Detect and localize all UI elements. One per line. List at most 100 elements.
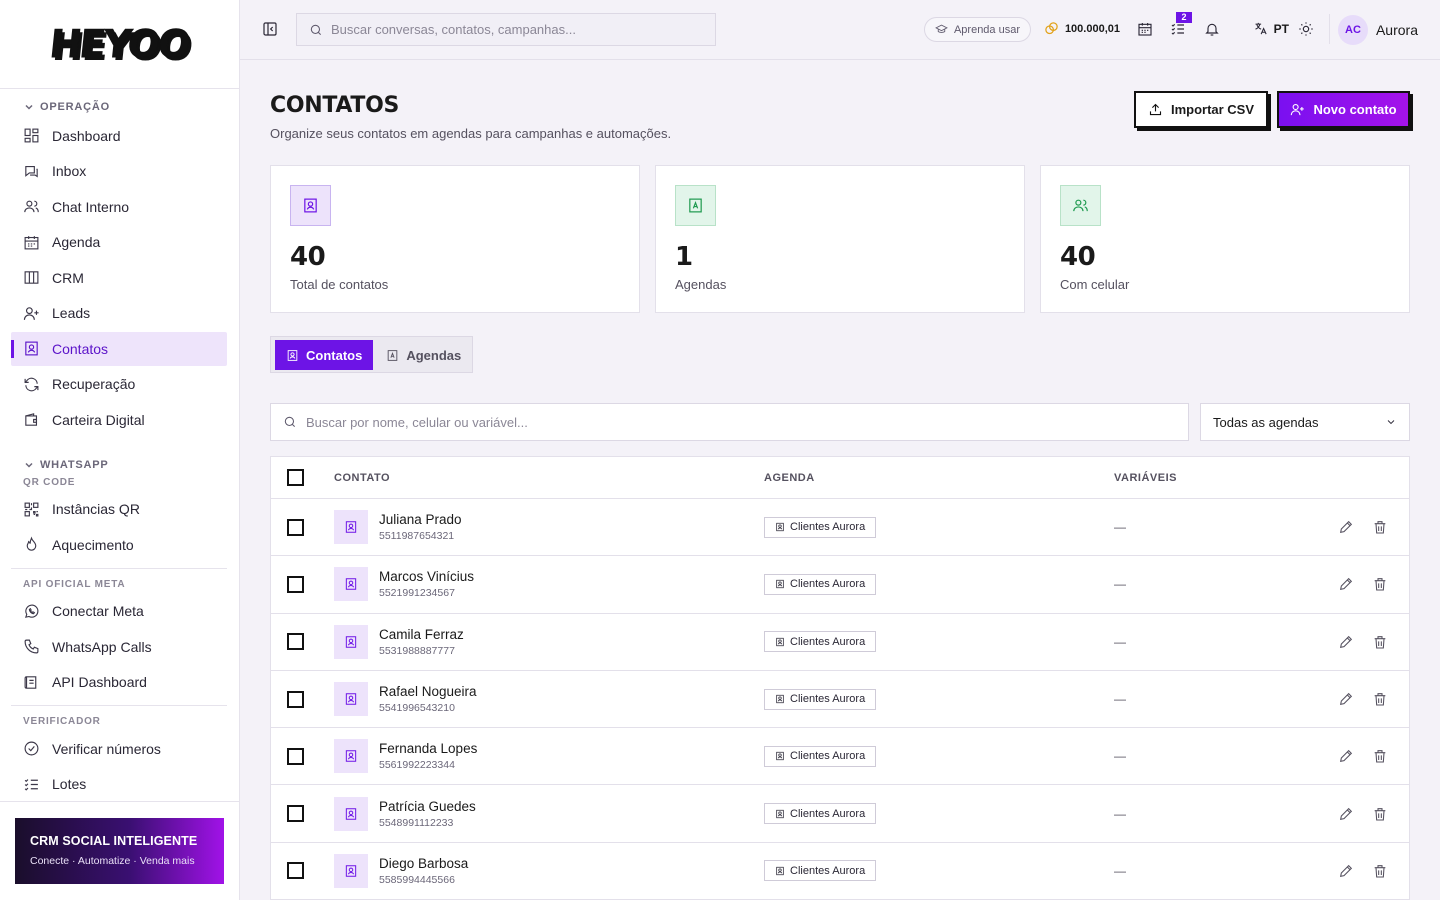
section-whatsapp[interactable]: WHATSAPP (11, 455, 227, 475)
agenda-tag-label: Clientes Aurora (790, 635, 866, 648)
user-divider (1329, 14, 1330, 44)
notifications-button[interactable] (1204, 21, 1220, 37)
table-header: CONTATO AGENDA VARIÁVEIS (271, 457, 1409, 499)
global-search-input[interactable]: Buscar conversas, contatos, campanhas... (296, 13, 716, 46)
new-contact-button[interactable]: Novo contato (1277, 91, 1410, 128)
trash-icon[interactable] (1372, 634, 1388, 650)
agenda-filter-select[interactable]: Todas as agendas (1200, 403, 1410, 441)
sidebar-item-aquecimento[interactable]: Aquecimento (11, 528, 227, 562)
contact-info: Juliana Prado 5511987654321 (379, 512, 462, 542)
column-header-vars[interactable]: VARIÁVEIS (1114, 472, 1177, 484)
table-row[interactable]: Juliana Prado 5511987654321 Clientes Aur… (271, 499, 1409, 557)
table-row[interactable]: Diego Barbosa 5585994445566 Clientes Aur… (271, 843, 1409, 900)
sidebar-item-label: Agenda (52, 234, 101, 250)
row-checkbox[interactable] (287, 805, 304, 823)
trash-icon[interactable] (1372, 519, 1388, 535)
table-row[interactable]: Marcos Vinícius 5521991234567 Clientes A… (271, 556, 1409, 614)
sidebar-item-label: Inbox (52, 163, 87, 179)
heyoo-logo[interactable]: HEYOO (47, 22, 191, 67)
user-plus-icon (1291, 103, 1305, 116)
trash-icon[interactable] (1372, 748, 1388, 764)
tasks-button[interactable]: 2 (1170, 12, 1192, 37)
column-header-contact[interactable]: CONTATO (334, 472, 390, 484)
stats-row: 40 Total de contatos 1 Agendas 40 Com ce… (270, 165, 1410, 313)
trash-icon[interactable] (1372, 806, 1388, 822)
edit-pencil-icon[interactable] (1338, 806, 1354, 822)
tab-agendas[interactable]: Agendas (375, 340, 472, 370)
sidebar-item-chat-interno[interactable]: Chat Interno (11, 190, 227, 224)
sidebar-item-dashboard[interactable]: Dashboard (11, 119, 227, 153)
row-checkbox[interactable] (287, 633, 304, 651)
sidebar-item-agenda[interactable]: Agenda (11, 225, 227, 259)
sidebar-item-leads[interactable]: Leads (11, 296, 227, 330)
collapse-sidebar-icon[interactable] (262, 21, 278, 37)
contact-search-input[interactable]: Buscar por nome, celular ou variável... (270, 403, 1189, 441)
sidebar-item-label: Recuperação (52, 376, 136, 392)
search-placeholder: Buscar por nome, celular ou variável... (306, 414, 528, 430)
contact-phone: 5521991234567 (379, 587, 455, 600)
row-checkbox[interactable] (287, 747, 304, 765)
theme-toggle[interactable] (1298, 21, 1314, 37)
sidebar-item-inbox[interactable]: Inbox (11, 154, 227, 188)
page-title: CONTATOS (270, 93, 400, 118)
row-checkbox[interactable] (287, 575, 304, 593)
row-checkbox[interactable] (287, 518, 304, 536)
promo-banner[interactable]: CRM SOCIAL INTELIGENTE Conecte · Automat… (15, 818, 224, 884)
agenda-tag: Clientes Aurora (764, 860, 877, 882)
row-checkbox[interactable] (287, 862, 304, 880)
table-row[interactable]: Camila Ferraz 5531988887777 Clientes Aur… (271, 614, 1409, 671)
trash-icon[interactable] (1372, 863, 1388, 879)
user-menu[interactable]: AC Aurora (1337, 15, 1418, 45)
table-body: Juliana Prado 5511987654321 Clientes Aur… (271, 499, 1409, 900)
stat-label: Total de contatos (290, 277, 389, 292)
edit-pencil-icon[interactable] (1338, 576, 1354, 592)
section-operacao[interactable]: OPERAÇÃO (11, 97, 227, 117)
contact-book-icon (345, 807, 357, 820)
row-contact-cell: Juliana Prado 5511987654321 (334, 510, 462, 545)
row-checkbox[interactable] (287, 690, 304, 708)
calendar-button[interactable] (1137, 21, 1153, 37)
select-all-checkbox[interactable] (287, 469, 304, 486)
user-name: Aurora (1375, 22, 1418, 38)
column-header-agenda[interactable]: AGENDA (764, 472, 815, 484)
sidebar-item-crm[interactable]: CRM (11, 261, 227, 295)
edit-pencil-icon[interactable] (1338, 748, 1354, 764)
user-plus-icon (23, 306, 39, 320)
edit-pencil-icon[interactable] (1338, 863, 1354, 879)
row-actions (1338, 519, 1388, 535)
language-selector[interactable]: PT (1253, 21, 1289, 36)
sidebar-item-whatsapp-calls[interactable]: WhatsApp Calls (11, 630, 227, 664)
api-book-icon (24, 675, 37, 689)
edit-pencil-icon[interactable] (1338, 691, 1354, 707)
table-row[interactable]: Patrícia Guedes 5548991112233 Clientes A… (271, 785, 1409, 843)
table-row[interactable]: Fernanda Lopes 5561992223344 Clientes Au… (271, 728, 1409, 786)
sidebar-item-conectar-meta[interactable]: Conectar Meta (11, 594, 227, 628)
edit-pencil-icon[interactable] (1338, 634, 1354, 650)
credits-balance[interactable]: 100.000,01 (1044, 21, 1120, 36)
contact-vars: — (1114, 863, 1126, 878)
import-csv-button[interactable]: Importar CSV (1134, 91, 1268, 128)
sidebar-item-recuperacao[interactable]: Recuperação (11, 367, 227, 401)
sidebar-item-carteira[interactable]: Carteira Digital (11, 403, 227, 437)
row-actions (1338, 576, 1388, 592)
learn-button[interactable]: Aprenda usar (923, 17, 1031, 42)
sidebar-item-verificar-numeros[interactable]: Verificar números (11, 732, 227, 766)
sidebar-item-lotes[interactable]: Lotes (11, 767, 227, 801)
trash-icon[interactable] (1372, 691, 1388, 707)
promo-title: CRM SOCIAL INTELIGENTE (30, 834, 198, 848)
trash-icon[interactable] (1372, 576, 1388, 592)
sidebar-item-contatos[interactable]: Contatos (11, 331, 227, 366)
sidebar-divider (11, 705, 227, 706)
sidebar-item-label: Instâncias QR (52, 501, 140, 517)
sidebar-item-instancias-qr[interactable]: Instâncias QR (11, 492, 227, 526)
edit-pencil-icon[interactable] (1338, 519, 1354, 535)
contact-avatar (334, 682, 368, 717)
tab-contatos[interactable]: Contatos (275, 340, 374, 370)
sidebar-item-label: CRM (52, 269, 84, 286)
table-row[interactable]: Rafael Nogueira 5541996543210 Clientes A… (271, 671, 1409, 729)
sidebar-item-label: Contatos (52, 340, 109, 357)
contact-name: Marcos Vinícius (379, 569, 475, 585)
sidebar-item-api-dashboard[interactable]: API Dashboard (11, 665, 227, 699)
promo-subtitle: Conecte · Automatize · Venda mais (30, 855, 195, 867)
row-contact-cell: Rafael Nogueira 5541996543210 (334, 682, 477, 717)
